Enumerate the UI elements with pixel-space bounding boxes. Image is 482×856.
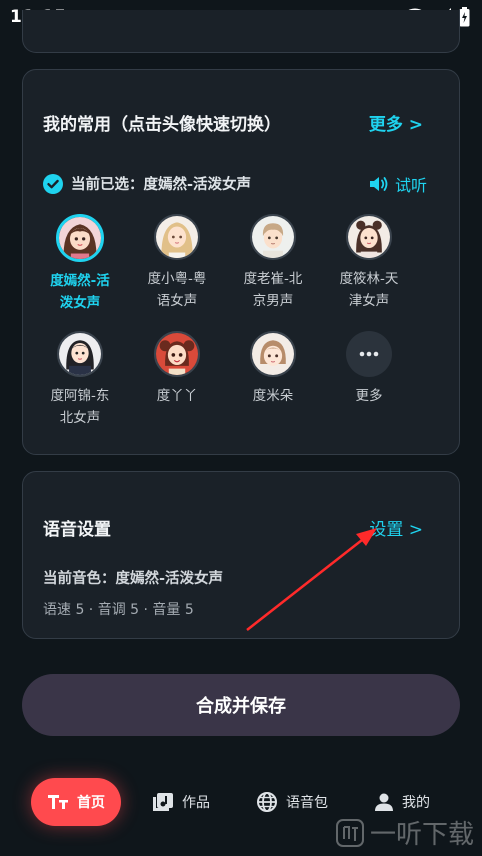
voice-label: 度小粤-粤 语女声 [147,271,207,309]
watermark-text: 一听下载 [369,820,474,850]
voice-label: 度嫣然-活 泼女声 [50,273,110,311]
voice-avatar[interactable] [57,331,103,377]
avatar-little-girl-icon [156,333,198,375]
voice-avatar[interactable] [154,331,200,377]
favorites-card: 我的常用（点击头像快速切换） 更多 > 当前已选：度嫣然-活泼女声 试听 度嫣然… [22,69,460,455]
tab-voice-pack[interactable]: 语音包 [240,778,344,826]
voice-label: 度米朵 [252,388,294,404]
more-voices-button[interactable] [346,331,392,377]
listen-label: 试听 [394,176,427,195]
voice-label: 度阿锦-东 北女声 [50,388,110,426]
tab-voice-pack-label: 语音包 [286,795,328,811]
voice-label: 度筱林-天 津女声 [339,271,399,309]
voice-item-dumiduo[interactable]: 度米朵 [225,331,321,407]
favorites-more-link[interactable]: 更多 > [369,110,423,135]
selected-voice-row: 当前已选：度嫣然-活泼女声 [43,173,251,194]
avatar-girl-bun-icon [348,216,390,258]
battery-icon [459,7,470,27]
avatar-boy-icon [252,216,294,258]
voice-label: 度老崔-北 京男声 [243,271,303,309]
voice-avatar[interactable] [346,214,392,260]
voice-item-duxiaoyue[interactable]: 度小粤-粤 语女声 [129,214,225,312]
top-card-partial [22,10,460,53]
watermark: 一听下载 [335,814,474,851]
voice-settings-title: 语音设置 [43,520,111,540]
avatar-girl-dark-icon [59,333,101,375]
voice-item-dulaocui[interactable]: 度老崔-北 京男声 [225,214,321,312]
voice-settings-card: 语音设置 设置 > 当前音色：度嫣然-活泼女声 语速 5 · 音调 5 · 音量… [22,471,460,639]
voice-avatar[interactable] [250,331,296,377]
voice-item-duxiaolin[interactable]: 度筱林-天 津女声 [321,214,417,312]
voice-avatar[interactable] [250,214,296,260]
more-dots-icon [359,351,379,357]
voice-item-more[interactable]: 更多 [321,331,417,407]
voice-label: 度丫丫 [156,388,198,404]
voice-item-duyanran[interactable]: 度嫣然-活 泼女声 [32,214,128,314]
voice-avatar[interactable] [56,214,104,262]
avatar-child-icon [252,333,294,375]
globe-icon [257,792,277,812]
text-tt-icon [48,795,68,809]
selected-voice-text: 当前已选：度嫣然-活泼女声 [71,177,252,193]
person-icon [375,793,393,811]
voice-avatar[interactable] [154,214,200,260]
watermark-logo-icon [335,818,364,847]
tab-mine-label: 我的 [402,795,430,811]
favorites-title: 我的常用（点击头像快速切换） [43,115,281,135]
voice-label: 更多 [355,388,383,404]
tab-home[interactable]: 首页 [31,778,121,826]
speaker-icon [369,177,388,191]
voice-settings-link[interactable]: 设置 > [369,515,423,540]
listen-button[interactable]: 试听 [369,172,427,196]
avatar-blonde-girl-icon [156,216,198,258]
tab-works[interactable]: 作品 [136,778,226,826]
voice-item-duyaya[interactable]: 度丫丫 [129,331,225,407]
tab-home-label: 首页 [77,795,105,811]
avatar-girl-portrait-icon [59,217,101,259]
current-voice-text: 当前音色：度嫣然-活泼女声 [43,571,224,587]
tab-works-label: 作品 [182,795,210,811]
music-library-icon [153,793,173,811]
check-circle-icon [43,173,63,194]
synthesize-save-button[interactable]: 合成并保存 [22,674,460,736]
voice-params-text: 语速 5 · 音调 5 · 音量 5 [43,602,194,618]
voice-item-duajin[interactable]: 度阿锦-东 北女声 [32,331,128,429]
